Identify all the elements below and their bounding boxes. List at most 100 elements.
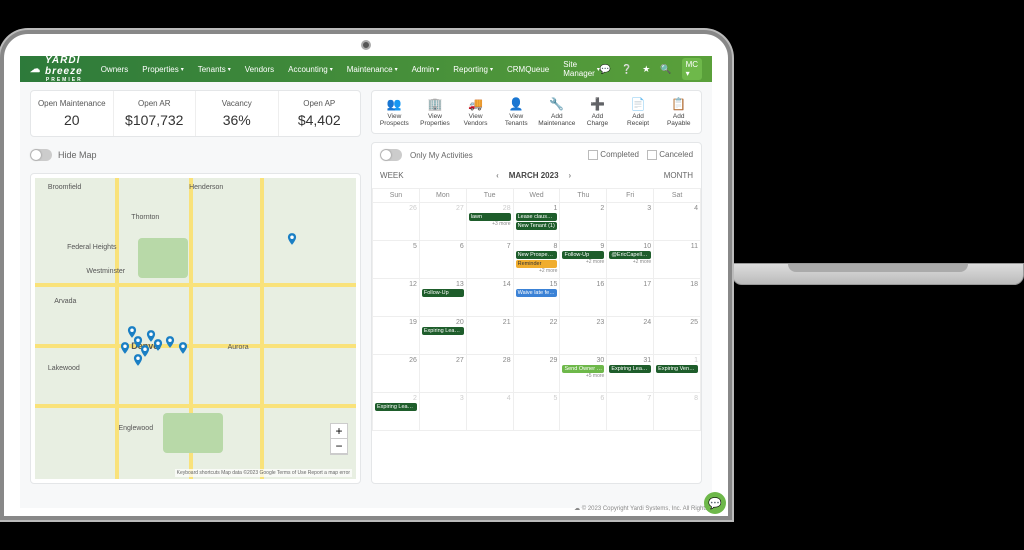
- star-icon[interactable]: ★: [642, 64, 650, 75]
- prev-month-button[interactable]: ‹: [496, 171, 499, 180]
- calendar-day[interactable]: 1Lease clause -…New Tenant (1): [513, 203, 560, 241]
- calendar-day[interactable]: 18: [654, 279, 701, 317]
- calendar-day[interactable]: 27: [419, 203, 466, 241]
- action-view-vendors[interactable]: 🚚ViewVendors: [455, 97, 496, 127]
- calendar-day[interactable]: 23: [560, 317, 607, 355]
- calendar-day[interactable]: 8: [654, 393, 701, 431]
- zoom-out-button[interactable]: −: [331, 439, 347, 454]
- action-add-charge[interactable]: ➕AddCharge: [577, 97, 618, 127]
- calendar-day[interactable]: 31Expiring Lease (…: [607, 355, 654, 393]
- calendar-day[interactable]: 20Expiring Lease (…: [419, 317, 466, 355]
- nav-admin[interactable]: Admin: [412, 60, 440, 78]
- calendar-event[interactable]: Lease clause -…: [516, 213, 558, 221]
- stat-vacancy[interactable]: Vacancy36%: [196, 91, 279, 136]
- calendar-day[interactable]: 28: [466, 355, 513, 393]
- nav-accounting[interactable]: Accounting: [288, 60, 333, 78]
- calendar-day[interactable]: 11: [654, 241, 701, 279]
- chat-icon[interactable]: 💬: [600, 64, 611, 75]
- calendar-event[interactable]: New Tenant (1): [516, 222, 558, 230]
- calendar-day[interactable]: 25: [654, 317, 701, 355]
- action-add-payable[interactable]: 📋AddPayable: [658, 97, 699, 127]
- calendar-day[interactable]: 2Expiring Lease (…: [373, 393, 420, 431]
- calendar-day[interactable]: 26: [373, 355, 420, 393]
- action-view-properties[interactable]: 🏢ViewProperties: [415, 97, 456, 127]
- calendar-day[interactable]: 26: [373, 203, 420, 241]
- calendar-event[interactable]: New Prospect (3): [516, 251, 558, 259]
- nav-maintenance[interactable]: Maintenance: [347, 60, 398, 78]
- hide-map-toggle[interactable]: [30, 149, 52, 161]
- nav-site-manager[interactable]: Site Manager: [563, 60, 600, 78]
- week-view-button[interactable]: WEEK: [380, 171, 404, 180]
- calendar-event[interactable]: Expiring Lease (…: [609, 365, 651, 373]
- calendar-day[interactable]: 19: [373, 317, 420, 355]
- calendar-day[interactable]: 5: [373, 241, 420, 279]
- calendar-day[interactable]: 22: [513, 317, 560, 355]
- stat-open-ar[interactable]: Open AR$107,732: [114, 91, 197, 136]
- nav-crmqueue[interactable]: CRMQueue: [507, 60, 549, 78]
- calendar-event[interactable]: Reminder: [516, 260, 558, 268]
- map-pin-icon[interactable]: [285, 232, 299, 246]
- only-my-toggle[interactable]: [380, 149, 402, 161]
- calendar-day[interactable]: 28lawn+3 more: [466, 203, 513, 241]
- calendar-day[interactable]: 27: [419, 355, 466, 393]
- map-pin-icon[interactable]: [131, 353, 145, 367]
- calendar-day[interactable]: 5: [513, 393, 560, 431]
- calendar-event[interactable]: Waive late fee r…: [516, 289, 558, 297]
- calendar-event[interactable]: Follow-Up: [422, 289, 464, 297]
- calendar-event[interactable]: Expiring Vendor…: [656, 365, 698, 373]
- month-view-button[interactable]: MONTH: [664, 171, 693, 180]
- nav-properties[interactable]: Properties: [142, 60, 183, 78]
- calendar-day[interactable]: 8New Prospect (3)Reminder+2 more: [513, 241, 560, 279]
- calendar-day[interactable]: 4: [654, 203, 701, 241]
- nav-vendors[interactable]: Vendors: [245, 60, 274, 78]
- calendar-day[interactable]: 16: [560, 279, 607, 317]
- calendar-day[interactable]: 13Follow-Up: [419, 279, 466, 317]
- calendar-event[interactable]: Expiring Lease (…: [422, 327, 464, 335]
- calendar-day[interactable]: 3: [607, 203, 654, 241]
- calendar-day[interactable]: 29: [513, 355, 560, 393]
- action-add-maintenance[interactable]: 🔧AddMaintenance: [537, 97, 578, 127]
- calendar-day[interactable]: 6: [419, 241, 466, 279]
- zoom-in-button[interactable]: +: [331, 424, 347, 439]
- calendar-day[interactable]: 2: [560, 203, 607, 241]
- calendar-day[interactable]: 10@EricCapelle pl…+2 more: [607, 241, 654, 279]
- brand-logo[interactable]: ☁ YARDI breeze PREMIER: [30, 56, 83, 83]
- stat-open-ap[interactable]: Open AP$4,402: [279, 91, 361, 136]
- nav-reporting[interactable]: Reporting: [453, 60, 493, 78]
- calendar-day[interactable]: 4: [466, 393, 513, 431]
- calendar-event[interactable]: Follow-Up: [562, 251, 604, 259]
- calendar-day[interactable]: 6: [560, 393, 607, 431]
- calendar-day[interactable]: 3: [419, 393, 466, 431]
- action-view-tenants[interactable]: 👤ViewTenants: [496, 97, 537, 127]
- calendar-day[interactable]: 17: [607, 279, 654, 317]
- user-menu[interactable]: MC ▾: [682, 58, 702, 80]
- stat-open-maintenance[interactable]: Open Maintenance20: [31, 91, 114, 136]
- calendar-event[interactable]: lawn: [469, 213, 511, 221]
- calendar-day[interactable]: 15Waive late fee r…: [513, 279, 560, 317]
- calendar-day[interactable]: 21: [466, 317, 513, 355]
- calendar-day[interactable]: 7: [607, 393, 654, 431]
- calendar-day[interactable]: 30Send Owner M…+5 more: [560, 355, 607, 393]
- action-view-prospects[interactable]: 👥ViewProspects: [374, 97, 415, 127]
- calendar-day[interactable]: 7: [466, 241, 513, 279]
- map[interactable]: Broomfield Henderson Thornton Federal He…: [35, 178, 356, 479]
- calendar-day[interactable]: 24: [607, 317, 654, 355]
- completed-filter[interactable]: Completed: [588, 150, 639, 160]
- calendar-day[interactable]: 12: [373, 279, 420, 317]
- calendar-event[interactable]: @EricCapelle pl…: [609, 251, 651, 259]
- calendar-day[interactable]: 1Expiring Vendor…: [654, 355, 701, 393]
- nav-tenants[interactable]: Tenants: [198, 60, 231, 78]
- chat-button[interactable]: 💬: [704, 492, 712, 508]
- help-icon[interactable]: ❔: [621, 64, 632, 75]
- canceled-filter[interactable]: Canceled: [647, 150, 693, 160]
- action-add-receipt[interactable]: 📄AddReceipt: [618, 97, 659, 127]
- next-month-button[interactable]: ›: [569, 171, 572, 180]
- search-icon[interactable]: 🔍: [660, 64, 671, 75]
- calendar-day[interactable]: 9Follow-Up+2 more: [560, 241, 607, 279]
- dow-header: Fri: [607, 189, 654, 203]
- calendar-event[interactable]: Expiring Lease (…: [375, 403, 417, 411]
- calendar-day[interactable]: 14: [466, 279, 513, 317]
- nav-owners[interactable]: Owners: [101, 60, 129, 78]
- calendar-event[interactable]: Send Owner M…: [562, 365, 604, 373]
- map-pin-icon[interactable]: [176, 341, 190, 355]
